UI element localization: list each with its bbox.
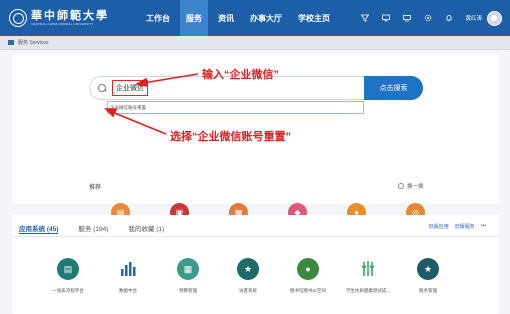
- search-icon: [98, 83, 107, 93]
- swap-label: 换一换: [407, 184, 424, 190]
- logo-cn: 華中師範大學: [31, 9, 109, 22]
- breadcrumb: 服务 Services: [0, 36, 510, 50]
- bell-icon[interactable]: [441, 10, 457, 26]
- nav-news[interactable]: 资讯: [212, 0, 240, 36]
- library-icon: ●: [297, 258, 319, 280]
- annotation-select: 选择“企业微信账号重置”: [170, 131, 291, 143]
- app-item[interactable]: 数据中台: [98, 258, 158, 294]
- legacy-links: 旧版应用 旧版服务 •••: [423, 223, 486, 230]
- apps-tabs: 应用系统 (45) 服务 (194) 我的收藏 (1): [19, 223, 184, 234]
- search-button[interactable]: 点击搜索: [364, 76, 423, 100]
- logo-en: CENTRAL CHINA NORMAL UNIVERSITY: [31, 22, 94, 26]
- grid-icon: [8, 40, 14, 45]
- tab-apps[interactable]: 应用系统 (45): [19, 223, 59, 234]
- table-icon: ▤: [57, 258, 79, 280]
- budget-icon: ▦: [177, 258, 199, 280]
- nav-school-home[interactable]: 学校主页: [292, 0, 336, 36]
- service-icon: ★: [417, 258, 439, 280]
- computer-icon[interactable]: [399, 10, 415, 26]
- app-item[interactable]: ▤ 一张表流程平台: [38, 258, 98, 294]
- tab-services[interactable]: 服务 (194): [78, 223, 108, 234]
- divider: [12, 236, 499, 237]
- search-suggestion[interactable]: 企业微信账号重置: [107, 101, 364, 114]
- top-tools: 黄红涛: [352, 0, 502, 36]
- nav-service-hall[interactable]: 办事大厅: [244, 0, 288, 36]
- recommend-title: 推荐: [89, 185, 102, 191]
- app-item[interactable]: 学生体质健康测试成...: [338, 258, 398, 294]
- refresh-icon: [398, 183, 404, 189]
- settings-icon[interactable]: [420, 10, 436, 26]
- breadcrumb-label: 服务 Services: [18, 40, 49, 46]
- app-item[interactable]: ▦ 预算管理: [158, 258, 218, 294]
- apps-list: ▤ 一张表流程平台 数据中台 ▦ 预算管理 ★ 访客系统 ● 图书馆图书IC空间…: [38, 258, 458, 294]
- visitor-icon: ★: [237, 258, 259, 280]
- nav-workbench[interactable]: 工作台: [140, 0, 176, 36]
- university-logo[interactable]: 華中師範大學 CENTRAL CHINA NORMAL UNIVERSITY: [9, 9, 109, 27]
- monitor-icon[interactable]: [378, 10, 394, 26]
- swap-button[interactable]: 换一换: [398, 182, 424, 190]
- annotation-input: 输入“企业微信”: [202, 69, 279, 81]
- tab-favorites[interactable]: 我的收藏 (1): [128, 223, 164, 234]
- app-item[interactable]: ● 图书馆图书IC空间: [278, 258, 338, 294]
- top-navbar: 華中師範大學 CENTRAL CHINA NORMAL UNIVERSITY 工…: [0, 0, 510, 36]
- avatar[interactable]: [487, 10, 502, 26]
- nav-services[interactable]: 服务: [180, 0, 208, 36]
- search-input[interactable]: 企业微信: [112, 80, 148, 96]
- bar-chart-icon: [117, 258, 139, 280]
- apps-panel: 应用系统 (45) 服务 (194) 我的收藏 (1) 旧版应用 旧版服务 ••…: [12, 215, 499, 314]
- main-nav: 工作台 服务 资讯 办事大厅 学校主页: [140, 0, 340, 36]
- legacy-apps-link[interactable]: 旧版应用: [429, 223, 449, 230]
- app-item[interactable]: ★ 访客系统: [218, 258, 278, 294]
- filter-icon[interactable]: [357, 10, 373, 26]
- app-item[interactable]: ★ 服务管理: [398, 258, 458, 294]
- fitness-icon: [357, 258, 379, 280]
- seal-icon: [9, 9, 27, 27]
- username[interactable]: 黄红涛: [465, 14, 482, 22]
- legacy-services-link[interactable]: 旧版服务: [455, 223, 475, 230]
- more-icon[interactable]: •••: [481, 223, 486, 230]
